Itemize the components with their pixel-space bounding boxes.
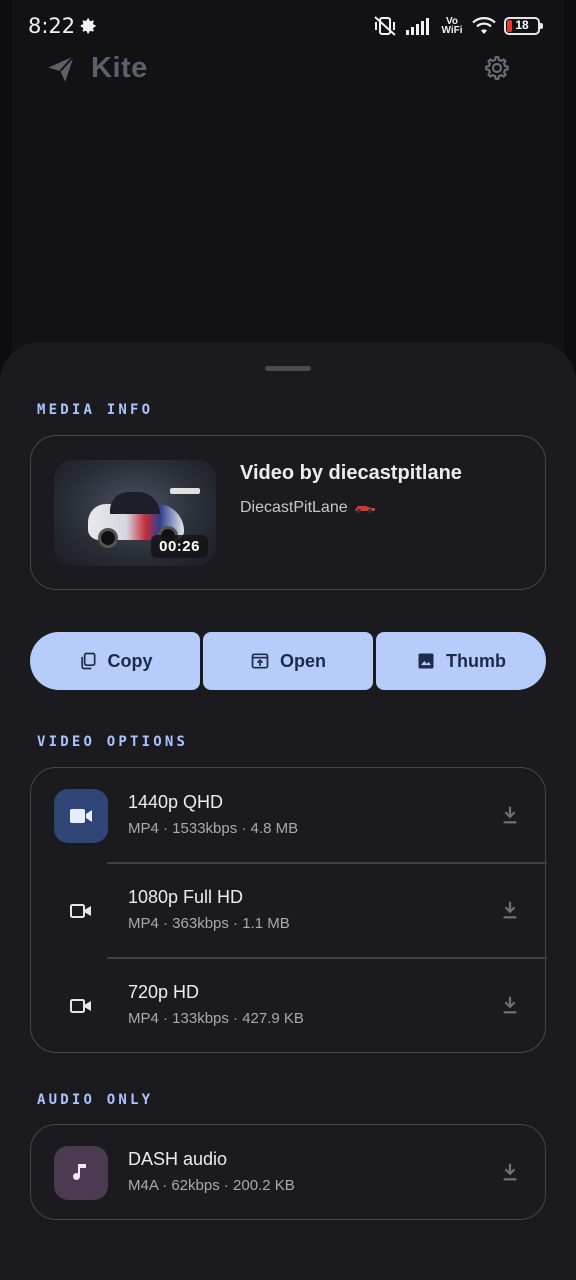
video-format-icon-box: [54, 979, 108, 1033]
media-info-card: 00:26 Video by diecastpitlane DiecastPit…: [30, 435, 546, 590]
media-info-heading: MEDIA INFO: [37, 402, 154, 418]
open-button[interactable]: Open: [203, 632, 373, 690]
car-roof: [110, 492, 160, 514]
option-details: MP4 · 363kbps · 1.1 MB: [128, 915, 290, 932]
settings-icon[interactable]: [481, 52, 513, 84]
option-title: 720p HD: [128, 982, 200, 1002]
video-format-icon-box: [54, 884, 108, 938]
app-name: Kite: [91, 52, 148, 84]
open-in-browser-icon: [251, 653, 269, 669]
send-logo-icon: [48, 55, 75, 82]
option-title: 1440p QHD: [128, 792, 224, 812]
video-option-1440p[interactable]: 1440p QHD MP4 · 1533kbps · 4.8 MB: [31, 768, 547, 863]
videocam-icon: [70, 809, 92, 823]
race-car-icon: [354, 506, 375, 513]
battery-level: 18: [515, 18, 529, 32]
video-option-1080p[interactable]: 1080p Full HD MP4 · 363kbps · 1.1 MB: [31, 863, 547, 958]
image-icon: [418, 653, 434, 669]
media-author: DiecastPitLane: [240, 499, 348, 516]
videocam-outline-icon: [70, 904, 91, 918]
option-title: 1080p Full HD: [128, 887, 244, 907]
download-icon[interactable]: [499, 899, 521, 921]
option-details: MP4 · 133kbps · 427.9 KB: [128, 1010, 304, 1027]
option-title: DASH audio: [128, 1149, 228, 1169]
vowifi-label: Vo WiFi: [441, 16, 463, 36]
status-icons: Vo WiFi 18: [372, 14, 543, 38]
media-author-row: DiecastPitLane: [240, 499, 376, 517]
video-format-icon-box: [54, 789, 108, 843]
gear-icon: [80, 18, 96, 34]
open-label: Open: [279, 650, 326, 671]
videocam-outline-icon: [70, 999, 91, 1013]
thumb-label: Thumb: [446, 650, 506, 671]
vibrate-off-icon: [374, 16, 396, 36]
media-title: Video by diecastpitlane: [240, 462, 462, 484]
drag-handle[interactable]: [265, 366, 311, 371]
duration-badge: 00:26: [151, 535, 208, 558]
video-option-720p[interactable]: 720p HD MP4 · 133kbps · 427.9 KB: [31, 958, 547, 1053]
video-thumbnail[interactable]: 00:26: [54, 460, 216, 566]
car-wing: [170, 488, 200, 494]
bottom-sheet: MEDIA INFO 00:26 Video by diecastpitlane…: [0, 342, 576, 1280]
car-wheel: [98, 528, 118, 548]
option-details: M4A · 62kbps · 200.2 KB: [128, 1177, 295, 1194]
copy-label: Copy: [107, 650, 153, 671]
wifi-icon: [472, 17, 496, 34]
signal-icon: [406, 18, 429, 35]
thumb-button[interactable]: Thumb: [376, 632, 546, 690]
download-icon[interactable]: [499, 804, 521, 826]
download-icon[interactable]: [499, 994, 521, 1016]
status-time: 8:22: [28, 14, 76, 38]
copy-icon: [80, 652, 95, 670]
download-icon[interactable]: [499, 1161, 521, 1183]
audio-option-dash[interactable]: DASH audio M4A · 62kbps · 200.2 KB: [31, 1125, 547, 1220]
video-options-card: 1440p QHD MP4 · 1533kbps · 4.8 MB 1080p …: [30, 767, 547, 1053]
music-note-icon: [73, 1164, 86, 1180]
option-details: MP4 · 1533kbps · 4.8 MB: [128, 820, 299, 837]
audio-only-heading: AUDIO ONLY: [37, 1092, 154, 1108]
screen: 8:22 Vo WiFi 18 Kite MEDIA INFO 00:26 Vi…: [0, 0, 576, 1280]
copy-button[interactable]: Copy: [30, 632, 200, 690]
battery-indicator: 18: [504, 17, 543, 35]
battery-tip: [540, 23, 543, 29]
action-buttons: Copy Open Thumb: [30, 632, 546, 690]
audio-format-icon-box: [54, 1146, 108, 1200]
video-options-heading: VIDEO OPTIONS: [37, 734, 189, 750]
status-bar: 8:22 Vo WiFi 18: [0, 0, 576, 52]
audio-options-card: DASH audio M4A · 62kbps · 200.2 KB: [30, 1124, 546, 1220]
